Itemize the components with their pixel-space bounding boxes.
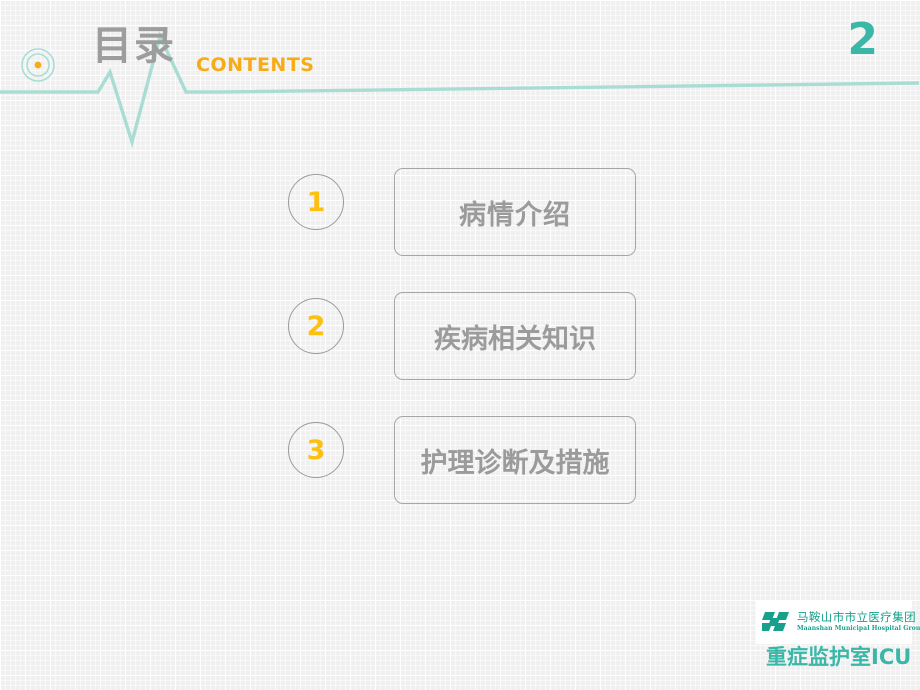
hospital-logo: 马鞍山市市立医疗集团 Maanshan Municipal Hospital G… [756,600,920,644]
agenda-item-label-1: 病情介绍 [459,199,571,231]
department-label: 重症监护室ICU [766,645,912,669]
agenda-label-box-1[interactable]: 病情介绍 [394,168,636,256]
hospital-name-cn: 马鞍山市市立医疗集团 [797,610,916,625]
agenda-item-label-2: 疾病相关知识 [434,323,596,355]
hospital-logo-mark-icon [762,612,789,631]
agenda-number-badge-1: 1 [288,174,344,230]
agenda-item-1[interactable]: 1 病情介绍 [288,168,648,268]
hospital-logo-text: 马鞍山市市立医疗集团 Maanshan Municipal Hospital G… [797,612,920,632]
agenda-item-3[interactable]: 3 护理诊断及措施 [288,416,648,516]
hospital-name-en: Maanshan Municipal Hospital Group [797,624,920,632]
agenda-number-badge-2: 2 [288,298,344,354]
agenda-label-box-3[interactable]: 护理诊断及措施 [394,416,636,504]
ecg-pulse-outer-ring [21,48,55,82]
page-title: 目录 [92,23,176,69]
ecg-pulse-inner-ring [26,53,50,77]
slide-page-number: 2 [847,14,878,65]
page-subtitle: CONTENTS [196,54,315,76]
agenda-list: 1 病情介绍 2 疾病相关知识 3 护理诊断及措施 [288,168,648,540]
agenda-item-2[interactable]: 2 疾病相关知识 [288,292,648,392]
slide-canvas: 目录 CONTENTS 2 1 病情介绍 2 疾病相关知识 3 护理诊断及措施 [0,0,920,690]
agenda-number-badge-3: 3 [288,422,344,478]
ecg-pulse-dot [34,61,42,69]
agenda-label-box-2[interactable]: 疾病相关知识 [394,292,636,380]
agenda-item-label-3: 护理诊断及措施 [420,447,610,479]
